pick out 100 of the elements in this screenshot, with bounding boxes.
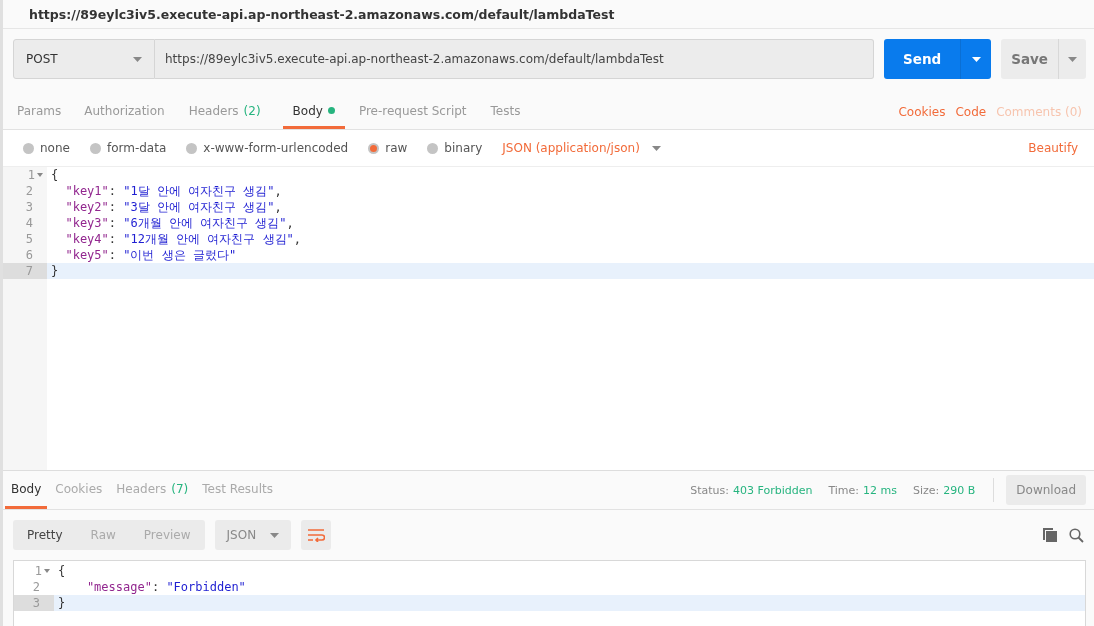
radio-label: none [40,141,70,155]
search-icon [1068,527,1084,543]
tab-label: Cookies [55,481,103,496]
save-split-button[interactable]: Save [1001,39,1086,79]
code-text: : [108,248,118,262]
line-number: 4 [24,215,34,231]
stat-value: 290 B [943,483,976,497]
stat-label: Status: [690,483,729,497]
code-text: "key2" [64,200,109,214]
code-text: : [108,184,118,198]
beautify-link[interactable]: Beautify [1028,141,1078,155]
url-input[interactable]: https://89eylc3iv5.execute-api.ap-northeast-2.amazonaws.com/default/lambdaTest [155,39,875,79]
radio-icon[interactable] [186,142,198,154]
code-text: : [108,200,118,214]
request-tab[interactable]: Params [7,95,72,129]
code-text: } [50,264,59,278]
window-title: https://89eylc3iv5.execute-api.ap-northeast-2.amazonaws.com/default/lambdaTest [3,0,1094,29]
download-button[interactable]: Download [1006,475,1086,505]
code-editor[interactable]: 1 { 2 "key1": "1달 안에 여자친구 생김", 3 "key2": "3달 안에 여자친구 생김", 4 "key3": "6개월 안에 여자친구 생김", 5 "key4": "12개월 안에 여자친구 생김", 6 "key5": "이번 생은 글렀다" 7 } [3,166,1094,471]
response-tab[interactable]: Body [5,471,48,509]
radio-icon[interactable] [89,142,101,154]
radio-label: form-data [106,141,167,155]
code-text: } [57,596,66,610]
line-number: 3 [14,595,54,611]
radio-label: raw [385,141,408,155]
code-text: "3달 안에 여자친구 생김" [123,198,275,216]
caret-icon [971,56,981,62]
code-text: , [286,216,294,230]
line-number: 1 [3,167,47,183]
tab-label: Headers [188,103,239,118]
request-tab[interactable]: Pre-request Script [348,95,477,129]
code-text: "key3" [64,216,109,230]
tab-label: Body [11,481,42,496]
body-type-radio[interactable]: raw [368,141,408,155]
request-tab[interactable]: Headers (2) [178,95,271,129]
view-mode-button[interactable]: Raw [76,520,130,550]
body-type-radio[interactable]: binary [427,141,483,155]
tab-count: (7) [171,481,189,496]
caret-icon [651,145,661,151]
fold-caret-icon[interactable] [37,172,43,178]
line-number: 1 [14,563,54,579]
response-tab[interactable]: Test Results [196,471,279,509]
code-text: , [274,200,282,214]
stat-label: Size: [913,483,940,497]
code-text: "6개월 안에 여자친구 생김" [123,214,287,232]
code-text: , [274,184,282,198]
save-button[interactable]: Save [1001,39,1058,79]
code-text: "1달 안에 여자친구 생김" [123,182,275,200]
radio-icon[interactable] [368,142,380,154]
content-type-dropdown[interactable]: JSON (application/json) [502,141,661,155]
request-tab[interactable]: Authorization [74,95,175,129]
tab-label: Body [292,103,323,118]
stat-value: 403 Forbidden [732,483,813,497]
code-text: "message" [85,580,152,594]
tab-label: Params [17,103,62,118]
code-text: "12개월 안에 여자친구 생김" [123,230,294,248]
code-text: { [57,564,66,578]
code-text: "key5" [64,248,109,262]
code-text: : [151,580,161,594]
code-text: "이번 생은 글렀다" [123,246,237,264]
view-mode-button[interactable]: Pretty [13,520,77,550]
line-number: 5 [24,231,34,247]
code-text: : [108,216,118,230]
radio-icon[interactable] [23,142,34,154]
response-tab[interactable]: Headers (7) [110,471,195,509]
tab-label: Authorization [84,103,165,118]
view-mode-button[interactable]: Preview [129,520,205,550]
line-number: 2 [31,579,41,595]
response-tab[interactable]: Cookies [49,471,109,509]
tab-count: (2) [243,103,261,118]
code-text: , [293,232,302,246]
method-dropdown[interactable]: POST [13,39,155,79]
stat-value: 12 ms [863,483,897,497]
code-text: : [108,232,118,246]
send-button[interactable]: Send [884,39,961,79]
fold-caret-icon[interactable] [44,568,50,574]
wrap-lines-button[interactable] [301,520,332,550]
caret-icon [1068,56,1077,62]
tab-link[interactable]: Cookies [898,105,946,119]
code-text: { [50,168,59,182]
line-number: 3 [24,199,34,215]
code-text: "Forbidden" [166,580,246,594]
code-text: "key1" [64,184,109,198]
format-dropdown[interactable]: JSON [214,520,292,550]
send-split-button[interactable]: Send [884,39,992,79]
tab-label: Pre-request Script [358,103,467,118]
tab-label: Tests [490,103,521,118]
line-number: 2 [24,183,34,199]
body-type-radio[interactable]: form-data [89,141,167,155]
copy-icon [1043,528,1057,542]
line-number: 7 [3,263,47,279]
radio-label: binary [444,141,483,155]
body-type-radio[interactable]: none [23,141,70,155]
caret-icon [133,56,142,62]
code-text: "key4" [64,232,109,246]
tab-label: Test Results [202,481,273,496]
request-tab[interactable]: Tests [480,95,531,129]
tab-link[interactable]: Code [955,105,987,119]
caret-icon [270,532,280,538]
radio-icon[interactable] [427,142,439,154]
